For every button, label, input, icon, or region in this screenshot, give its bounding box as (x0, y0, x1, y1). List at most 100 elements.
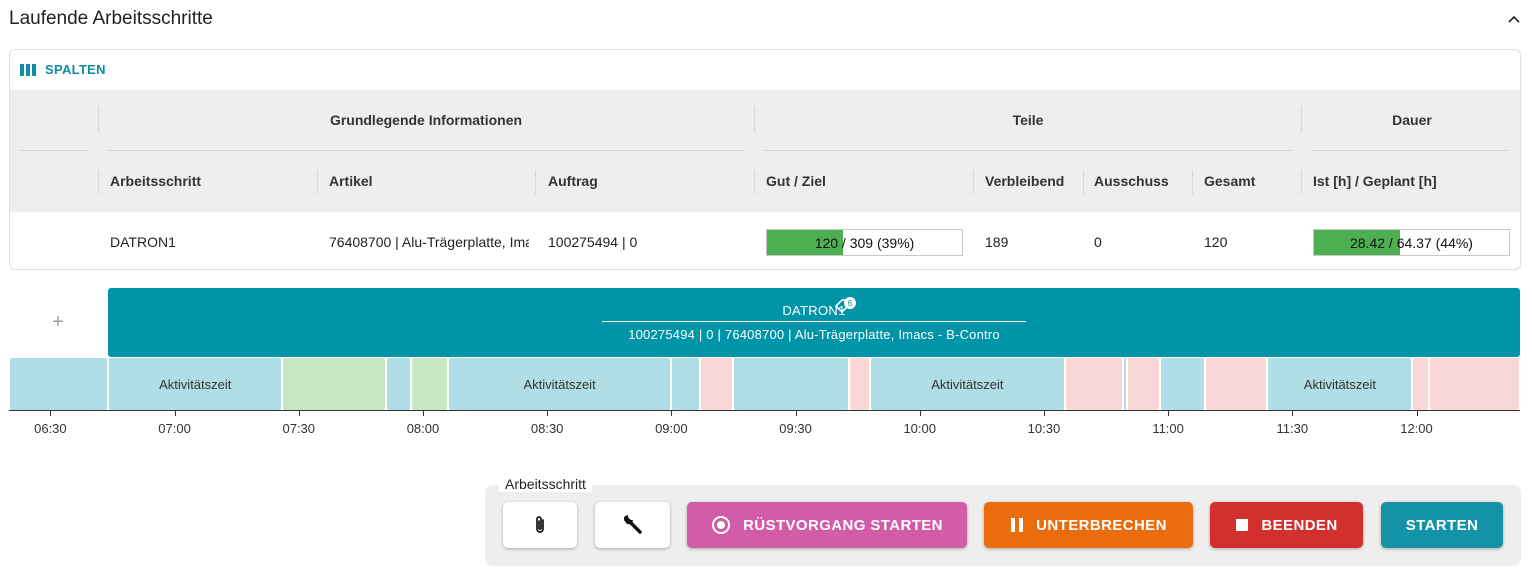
time-axis-tick-label: 09:00 (655, 421, 688, 436)
group-divider (754, 106, 755, 132)
column-header-order[interactable]: Auftrag (548, 150, 598, 212)
timeline-segment[interactable] (701, 358, 733, 410)
time-axis-tick-label: 06:30 (34, 421, 67, 436)
timeline-segment[interactable] (283, 358, 385, 410)
group-header-duration: Dauer (1392, 112, 1432, 128)
timeline-segment[interactable]: Aktivitätszeit (871, 358, 1064, 410)
column-divider (317, 170, 318, 194)
good-target-progress-text: 120 / 309 (39%) (814, 234, 915, 251)
time-axis-tick (671, 410, 673, 416)
cell-article: 76408700 | Alu-Trägerplatte, Imacs - B-C… (329, 233, 529, 250)
stop-icon (1236, 519, 1249, 531)
timeline-segment[interactable] (1160, 358, 1205, 410)
timeline-segment-label: Aktivitätszeit (931, 376, 1004, 392)
finish-label: BEENDEN (1261, 516, 1338, 534)
steps-table-card: SPALTEN Grundlegende Informationen Teile… (9, 49, 1521, 270)
plus-icon[interactable]: + (44, 308, 72, 336)
timeline-segment[interactable] (1065, 358, 1122, 410)
column-header-actual-planned[interactable]: Ist [h] / Geplant [h] (1313, 150, 1437, 212)
interrupt-label: UNTERBRECHEN (1036, 516, 1167, 534)
column-divider (1083, 170, 1084, 194)
tag-icon: 6 (834, 297, 856, 314)
time-axis-tick-label: 11:00 (1152, 421, 1184, 436)
workstep-bar-subtitle: 100275494 | 0 | 76408700 | Alu-Trägerpla… (628, 327, 1000, 342)
cell-step: DATRON1 (110, 233, 176, 250)
time-axis-tick (795, 410, 797, 416)
table-toolbar: SPALTEN (10, 50, 1520, 90)
timeline-segment[interactable] (672, 358, 700, 410)
start-setup-button[interactable]: RÜSTVORGANG STARTEN (687, 502, 967, 548)
group-underline (20, 150, 88, 151)
column-header-total[interactable]: Gesamt (1204, 150, 1255, 212)
group-divider (1301, 106, 1302, 132)
good-target-progress: 120 / 309 (39%) (766, 229, 963, 256)
timeline-segment[interactable] (1123, 358, 1126, 410)
group-divider (98, 106, 99, 132)
timeline-segment[interactable] (411, 358, 447, 410)
tag-count: 6 (848, 299, 853, 308)
group-header-parts: Teile (1012, 112, 1044, 128)
timeline-segment[interactable] (1127, 358, 1159, 410)
time-axis-line (9, 410, 1520, 411)
timeline-segment[interactable]: Aktivitätszeit (109, 358, 282, 410)
timeline-segment[interactable]: Aktivitätszeit (448, 358, 671, 410)
column-header-article[interactable]: Artikel (329, 150, 373, 212)
cell-scrap: 0 (1094, 233, 1102, 250)
time-axis-tick (919, 410, 921, 416)
view-column-icon (20, 63, 36, 76)
timeline-segment[interactable] (850, 358, 870, 410)
cell-total: 120 (1204, 233, 1228, 250)
finish-button[interactable]: BEENDEN (1210, 502, 1363, 548)
time-axis-tick-label: 08:00 (406, 421, 440, 436)
workstep-bar-name: DATRON1 (782, 303, 846, 318)
timeline-segment[interactable] (386, 358, 410, 410)
timeline-segment-label: Aktivitätszeit (523, 376, 596, 392)
column-header-remaining[interactable]: Verbleibend (985, 150, 1064, 212)
start-button[interactable]: STARTEN (1381, 502, 1503, 548)
time-axis-tick (298, 410, 300, 416)
time-axis-tick-label: 10:30 (1027, 421, 1061, 436)
column-divider (973, 170, 974, 194)
timeline-segment[interactable]: Aktivitätszeit (1268, 358, 1412, 410)
group-header-basic: Grundlegende Informationen (329, 112, 523, 128)
timeline-segment[interactable] (10, 358, 108, 410)
timeline-segment-label: Aktivitätszeit (159, 376, 232, 392)
time-axis-tick (547, 410, 549, 416)
column-divider (535, 170, 536, 194)
section-title: Laufende Arbeitsschritte (9, 8, 213, 29)
paperclip-icon (536, 516, 544, 533)
column-divider (754, 170, 755, 194)
workstep-bar[interactable]: DATRON1 6 100275494 | 0 | 76408700 | Alu… (108, 288, 1520, 357)
column-header-scrap[interactable]: Ausschuss (1094, 150, 1169, 212)
action-group-label: Arbeitsschritt (499, 476, 592, 492)
column-divider (1192, 170, 1193, 194)
time-axis-tick (1043, 410, 1045, 416)
tools-button[interactable] (595, 502, 670, 548)
column-header-step[interactable]: Arbeitsschritt (110, 150, 201, 212)
cell-order: 100275494 | 0 (548, 233, 638, 250)
group-underline (108, 150, 744, 151)
time-axis-tick-label: 11:30 (1276, 421, 1309, 436)
duration-progress-text: 28.42 / 64.37 (44%) (1350, 234, 1473, 251)
timeline-segment[interactable] (734, 358, 849, 410)
pause-icon (1011, 518, 1024, 532)
attach-button[interactable] (503, 502, 577, 548)
timeline-segment[interactable] (1429, 358, 1519, 410)
start-setup-label: RÜSTVORGANG STARTEN (743, 516, 943, 534)
time-axis-tick (50, 410, 52, 416)
wrench-icon (623, 515, 642, 534)
columns-button[interactable]: SPALTEN (20, 62, 106, 77)
column-divider (1301, 170, 1302, 194)
timeline-segment[interactable] (1413, 358, 1428, 410)
timeline-segment[interactable] (1206, 358, 1267, 410)
table-row[interactable]: DATRON1 76408700 | Alu-Trägerplatte, Ima… (10, 212, 1520, 269)
column-header-good-target[interactable]: Gut / Ziel (766, 150, 826, 212)
time-axis-tick (1416, 410, 1418, 416)
interrupt-button[interactable]: UNTERBRECHEN (984, 502, 1193, 548)
activity-timeline: Aktivitätszeit Aktivitätszeit Aktivitätsze… (9, 357, 1520, 411)
cell-remaining: 189 (985, 233, 1009, 250)
duration-progress: 28.42 / 64.37 (44%) (1313, 229, 1510, 256)
time-axis-tick (174, 410, 176, 416)
time-axis-tick (1168, 410, 1170, 416)
chevron-up-icon[interactable] (1506, 12, 1522, 28)
